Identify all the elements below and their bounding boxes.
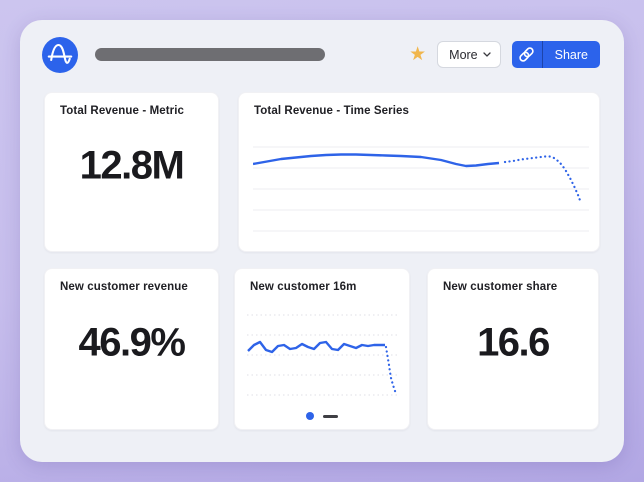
chart-legend <box>235 412 409 420</box>
chevron-down-icon <box>483 52 491 57</box>
document-title-placeholder[interactable] <box>95 48 325 61</box>
card-new-customer-16m: New customer 16m <box>234 268 410 430</box>
card-title: Total Revenue - Metric <box>60 105 184 117</box>
more-button[interactable]: More <box>437 41 500 68</box>
card-title: New customer share <box>443 281 557 293</box>
metric-value: 16.6 <box>428 320 598 365</box>
card-total-revenue-metric: Total Revenue - Metric 12.8M <box>44 92 219 252</box>
metric-value: 12.8M <box>45 143 218 188</box>
share-link-segment[interactable] <box>512 41 542 68</box>
header-actions: ★ More Share <box>409 41 600 68</box>
favorite-star-icon[interactable]: ★ <box>409 45 426 64</box>
card-title: New customer revenue <box>60 281 188 293</box>
card-title: New customer 16m <box>250 281 356 293</box>
card-total-revenue-time-series: Total Revenue - Time Series <box>238 92 600 252</box>
more-button-label: More <box>449 48 477 62</box>
share-button-label: Share <box>543 41 600 68</box>
card-new-customer-revenue: New customer revenue 46.9% <box>44 268 219 430</box>
legend-dash-marker <box>323 415 338 418</box>
card-new-customer-share: New customer share 16.6 <box>427 268 599 430</box>
metric-value: 46.9% <box>45 320 218 365</box>
total-revenue-line-chart[interactable] <box>253 141 589 241</box>
legend-dot-marker <box>306 412 314 420</box>
amplitude-logo-icon[interactable] <box>42 37 78 73</box>
card-title: Total Revenue - Time Series <box>254 105 409 117</box>
link-icon <box>517 45 536 64</box>
dashboard-panel: ★ More Share Total Revenue - Metric 12 <box>20 20 624 462</box>
share-button[interactable]: Share <box>512 41 600 68</box>
dashboard-page: { "header": { "logo_name": "amplitude-lo… <box>0 0 644 482</box>
new-customer-16m-line-chart[interactable] <box>247 311 399 399</box>
